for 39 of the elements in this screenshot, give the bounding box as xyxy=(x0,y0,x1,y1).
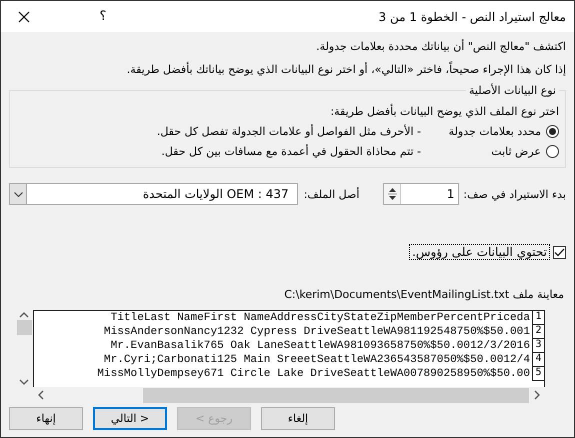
line-number: 1 xyxy=(532,311,544,325)
option-description: - تتم محاذاة الحقول في أعمدة مع مسافات بين كل حقل. xyxy=(161,144,421,158)
option-label[interactable]: عرض ثابت xyxy=(421,144,541,158)
line-number: 3 xyxy=(532,339,544,353)
group-title: نوع البيانات الأصلية xyxy=(468,84,557,97)
line-number: 5 xyxy=(532,367,544,381)
spin-arrows-icon[interactable] xyxy=(388,186,397,202)
preview-row-text: MissMollyDempsey671 Circle Lake DriveSeattleWA007890258950%$50.00 xyxy=(96,367,531,381)
dialog-button[interactable]: إلغاء xyxy=(261,407,335,430)
preview-row-text: MissAndersonNancy1232 Cypress DriveSeattleWA981192548750%$50.001 xyxy=(102,325,531,339)
preview-row-text: Mr.Cyri;Carbonati125 Main SreeetSeattleWA236543587050%$50.0012/4 xyxy=(102,353,531,367)
line-number: 2 xyxy=(532,325,544,339)
scroll-down-icon[interactable] xyxy=(17,377,31,387)
preview-label: معاينة ملف C:\kerim\Documents\EventMailingList.txt xyxy=(283,288,564,301)
chevron-down-icon[interactable] xyxy=(14,192,22,196)
start-row-label: بدء الاستيراد في صف: xyxy=(463,188,566,200)
preview-row-text: TitleLast NameFirst NameAddressCityStateZipMemberPercentPriceda xyxy=(110,311,531,325)
vertical-scrollbar[interactable] xyxy=(16,310,32,387)
prompt-text: اختر نوع الملف الذي يوضح البيانات بأفضل طريقة: xyxy=(329,105,559,118)
window-title: معالج استيراد النص - الخطوة 1 من 3 xyxy=(378,10,566,24)
radio-button[interactable] xyxy=(546,124,559,138)
help-button[interactable]: ؟ xyxy=(83,9,123,24)
preview-row-text: Mr.EvanBasalik765 Oak LaneSeattleWA981093658750%$50.0012/3/2016 xyxy=(110,339,531,353)
checkbox[interactable] xyxy=(553,246,566,258)
dialog-button[interactable]: التالي > xyxy=(93,407,167,430)
dialog-button[interactable]: إنهاء xyxy=(9,407,83,430)
file-origin-dropdown[interactable]: 437 : OEM الولايات المتحدة xyxy=(9,183,298,205)
option-label[interactable]: محدد بعلامات جدولة xyxy=(421,124,541,138)
close-icon[interactable] xyxy=(18,10,30,22)
line-number: 4 xyxy=(532,353,544,367)
scroll-up-icon[interactable] xyxy=(17,310,31,320)
radio-button[interactable] xyxy=(546,144,559,158)
option-description: - الأحرف مثل الفواصل أو علامات الجدولة تفصل كل حقل. xyxy=(156,124,421,138)
start-row-spinner[interactable]: 1 xyxy=(383,183,460,205)
instruction-text: اكتشف "معالج النص" أن بياناتك محددة بعلامات جدولة. xyxy=(315,40,566,53)
checkbox-label[interactable]: تحتوي البيانات على رؤوس. xyxy=(409,244,550,260)
instruction-text: إذا كان هذا الإجراء صحيحاً، فاختر «التالي»، أو اختر نوع البيانات الذي يوضح بياناتك بأفضل طريقة. xyxy=(126,63,566,76)
file-origin-label: أصل الملف: xyxy=(304,188,360,200)
scroll-thumb[interactable] xyxy=(16,320,32,335)
